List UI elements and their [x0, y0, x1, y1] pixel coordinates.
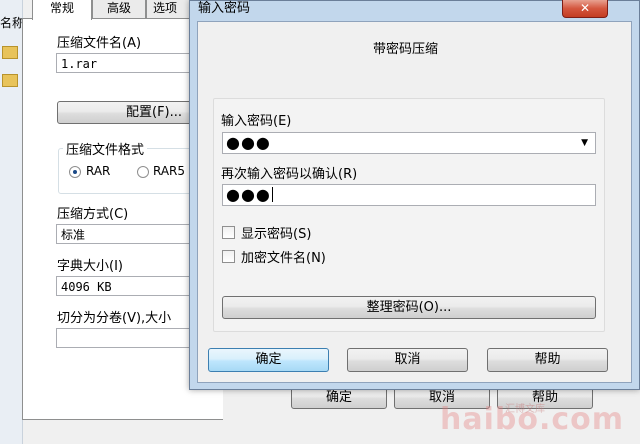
archive-name-label: 压缩文件名(A)	[57, 36, 142, 51]
format-rar-label: RAR	[86, 164, 111, 178]
confirm-password-label: 再次输入密码以确认(R)	[221, 167, 358, 182]
file-list-strip: 名称	[0, 0, 25, 444]
watermark: haibo.com	[440, 402, 625, 437]
column-name-label: 名称	[0, 16, 25, 30]
dialog-title: 输入密码	[198, 1, 251, 16]
split-volumes-field[interactable]	[56, 328, 196, 348]
encrypt-filenames-label: 加密文件名(N)	[241, 251, 326, 266]
organize-passwords-button[interactable]: 整理密码(O)...	[222, 296, 596, 319]
tab-advanced-label: 高级	[106, 1, 131, 15]
text-caret	[271, 187, 273, 202]
compression-method-label: 压缩方式(C)	[57, 207, 129, 222]
tab-general[interactable]: 常规	[32, 0, 92, 20]
tab-advanced[interactable]: 高级	[92, 0, 146, 19]
help-button[interactable]: 帮助	[487, 348, 608, 372]
password-dialog: 输入密码 ✕ 带密码压缩 输入密码(E) ●●● ▼ 再次输入密码以确认(R) …	[189, 0, 640, 390]
format-rar5-radio[interactable]	[137, 166, 149, 178]
confirm-password-input[interactable]: ●●●	[222, 184, 596, 206]
format-rar-radio[interactable]	[69, 166, 81, 178]
password-group: 输入密码(E) ●●● ▼ 再次输入密码以确认(R) ●●● 显示密码(S) 加…	[213, 98, 605, 332]
show-password-checkbox[interactable]	[222, 226, 235, 239]
folder-icon	[2, 74, 18, 87]
show-password-label: 显示密码(S)	[241, 227, 312, 242]
tab-options-label: 选项	[153, 1, 178, 15]
dialog-heading: 带密码压缩	[373, 42, 439, 57]
folder-icon	[2, 46, 18, 59]
enter-password-label: 输入密码(E)	[221, 114, 292, 129]
dictionary-size-select[interactable]: 4096 KB	[56, 276, 196, 296]
confirm-masked-value: ●●●	[226, 185, 271, 204]
archive-name-field[interactable]: 1.rar	[56, 53, 196, 73]
tab-general-label: 常规	[49, 1, 74, 15]
profiles-button[interactable]: 配置(F)...	[57, 101, 197, 124]
password-masked-value: ●●●	[226, 133, 271, 152]
format-rar5-label: RAR5	[153, 164, 186, 178]
encrypt-filenames-checkbox[interactable]	[222, 250, 235, 263]
archive-format-label: 压缩文件格式	[63, 139, 148, 158]
dictionary-size-label: 字典大小(I)	[57, 259, 123, 274]
ok-button[interactable]: 确定	[208, 348, 329, 372]
close-icon: ✕	[579, 1, 591, 15]
password-input[interactable]: ●●● ▼	[222, 132, 596, 154]
close-button[interactable]: ✕	[562, 0, 608, 18]
split-volumes-label: 切分为分卷(V),大小	[57, 311, 172, 326]
cancel-button[interactable]: 取消	[347, 348, 468, 372]
compression-method-select[interactable]: 标准	[56, 224, 196, 244]
chevron-down-icon[interactable]: ▼	[581, 133, 589, 153]
